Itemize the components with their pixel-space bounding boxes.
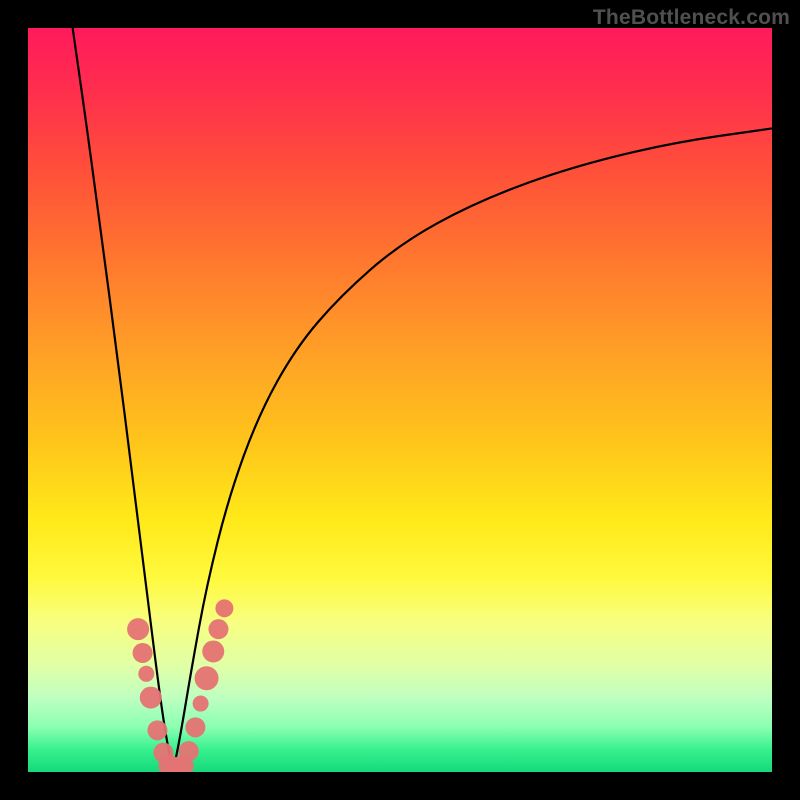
- data-marker: [185, 717, 205, 737]
- chart-frame: TheBottleneck.com: [0, 0, 800, 800]
- watermark-text: TheBottleneck.com: [593, 6, 790, 30]
- data-marker: [179, 741, 199, 761]
- curve-left-branch: [73, 28, 173, 772]
- marker-group: [127, 599, 233, 772]
- data-marker: [215, 599, 233, 617]
- data-marker: [140, 687, 162, 709]
- chart-svg: [28, 28, 772, 772]
- data-marker: [133, 643, 153, 663]
- data-marker: [208, 619, 228, 639]
- data-marker: [193, 696, 209, 712]
- data-marker: [138, 666, 154, 682]
- plot-area: [28, 28, 772, 772]
- curve-right-branch: [173, 128, 772, 772]
- data-marker: [202, 640, 224, 662]
- data-marker: [127, 618, 149, 640]
- data-marker: [195, 666, 219, 690]
- data-marker: [147, 720, 167, 740]
